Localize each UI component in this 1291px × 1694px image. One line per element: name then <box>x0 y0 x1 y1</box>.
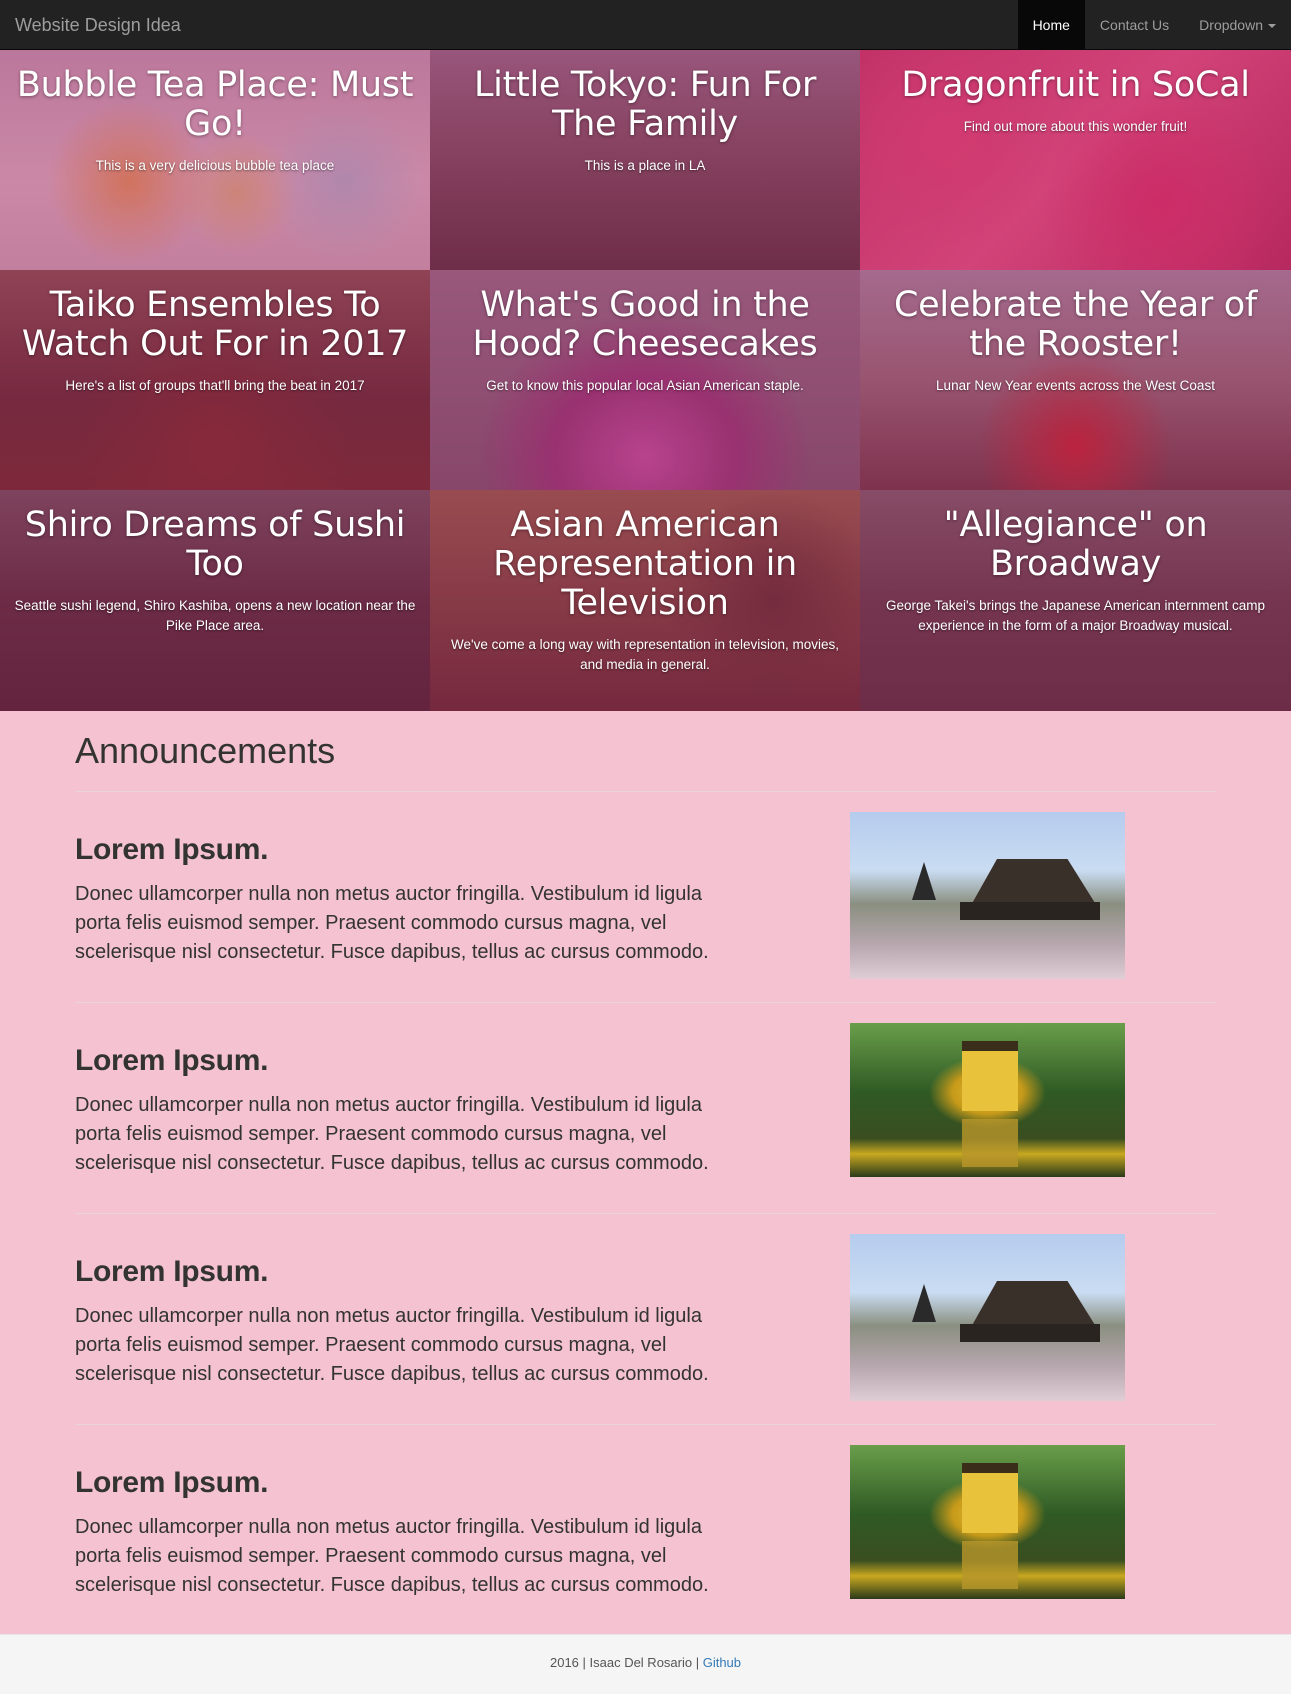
tile-allegiance[interactable]: "Allegiance" on Broadway George Takei's b… <box>860 490 1291 711</box>
tile-little-tokyo[interactable]: Little Tokyo: Fun For The Family This is … <box>430 50 860 270</box>
announcements-heading: Announcements <box>75 730 336 771</box>
announcement-item: Lorem Ipsum. Donec ullamcorper nulla non… <box>75 1425 1216 1636</box>
caret-down-icon <box>1268 24 1276 29</box>
tile-cheesecakes[interactable]: What's Good in the Hood? Cheesecakes Get … <box>430 270 860 490</box>
tile-text: Seattle sushi legend, Shiro Kashiba, ope… <box>14 598 416 633</box>
temple-photo <box>850 1234 1125 1401</box>
golden-pavilion-photo <box>850 1023 1125 1177</box>
tile-title: Shiro Dreams of Sushi Too <box>24 505 406 584</box>
announcement-body: Donec ullamcorper nulla non metus auctor… <box>75 1305 709 1385</box>
tile-taiko[interactable]: Taiko Ensembles To Watch Out For in 2017… <box>0 270 430 490</box>
tile-text: George Takei's brings the Japanese Ameri… <box>885 598 1266 633</box>
nav-contact-label: Contact Us <box>1099 17 1170 33</box>
golden-pavilion-photo <box>850 1445 1125 1599</box>
tile-title: Taiko Ensembles To Watch Out For in 2017 <box>21 285 409 364</box>
tile-text: We've come a long way with representatio… <box>450 637 839 672</box>
announcement-item: Lorem Ipsum. Donec ullamcorper nulla non… <box>75 1214 1216 1425</box>
announcements: Announcements Lorem Ipsum. Donec ullamco… <box>75 711 1216 1636</box>
announcement-title: Lorem Ipsum. <box>75 833 269 866</box>
nav-home[interactable]: Home <box>1017 0 1085 50</box>
nav-dropdown[interactable]: Dropdown <box>1184 0 1291 50</box>
tile-title: Dragonfruit in SoCal <box>901 65 1250 105</box>
tile-title: Celebrate the Year of the Rooster! <box>894 285 1257 364</box>
tile-rooster[interactable]: Celebrate the Year of the Rooster! Lunar … <box>860 270 1291 490</box>
nav-dropdown-label: Dropdown <box>1199 17 1263 33</box>
tile-bubble-tea[interactable]: Bubble Tea Place: Must Go! This is a very… <box>0 50 430 270</box>
github-link[interactable]: Github <box>703 1655 741 1670</box>
tile-title: Little Tokyo: Fun For The Family <box>473 65 817 144</box>
footer-text: 2016 | Isaac Del Rosario | <box>549 1655 703 1670</box>
tile-title: Asian American Representation in Televis… <box>493 505 797 623</box>
tile-dragonfruit[interactable]: Dragonfruit in SoCal Find out more about … <box>860 50 1291 270</box>
announcement-title: Lorem Ipsum. <box>75 1255 269 1288</box>
footer: 2016 | Isaac Del Rosario | Github <box>0 1634 1291 1694</box>
tile-representation[interactable]: Asian American Representation in Televis… <box>430 490 860 711</box>
brand-link[interactable]: Website Design Idea <box>15 0 181 50</box>
tile-title: Bubble Tea Place: Must Go! <box>16 65 414 144</box>
tile-text: Here's a list of groups that'll bring th… <box>65 378 365 393</box>
tile-shiro-sushi[interactable]: Shiro Dreams of Sushi Too Seattle sushi l… <box>0 490 430 711</box>
nav-home-label: Home <box>1032 17 1070 33</box>
tile-text: Lunar New Year events across the West Co… <box>936 378 1215 393</box>
nav-menu: Home Contact Us Dropdown <box>1017 0 1291 50</box>
tile-text: Get to know this popular local Asian Ame… <box>486 378 804 393</box>
announcement-title: Lorem Ipsum. <box>75 1044 269 1077</box>
tile-title: What's Good in the Hood? Cheesecakes <box>472 285 818 364</box>
announcement-item: Lorem Ipsum. Donec ullamcorper nulla non… <box>75 1003 1216 1214</box>
navbar: Website Design Idea Home Contact Us Drop… <box>0 0 1291 50</box>
announcement-body: Donec ullamcorper nulla non metus auctor… <box>75 883 709 963</box>
feature-tiles: Bubble Tea Place: Must Go! This is a very… <box>0 50 1291 711</box>
tile-text: This is a very delicious bubble tea plac… <box>95 158 335 173</box>
nav-contact-us[interactable]: Contact Us <box>1085 0 1184 50</box>
temple-photo <box>850 812 1125 979</box>
announcement-title: Lorem Ipsum. <box>75 1466 269 1499</box>
tile-text: This is a place in LA <box>584 158 706 173</box>
announcement-body: Donec ullamcorper nulla non metus auctor… <box>75 1516 709 1596</box>
tile-text: Find out more about this wonder fruit! <box>963 119 1188 134</box>
tile-title: "Allegiance" on Broadway <box>943 505 1208 584</box>
announcement-item: Lorem Ipsum. Donec ullamcorper nulla non… <box>75 792 1216 1003</box>
announcement-body: Donec ullamcorper nulla non metus auctor… <box>75 1094 709 1174</box>
